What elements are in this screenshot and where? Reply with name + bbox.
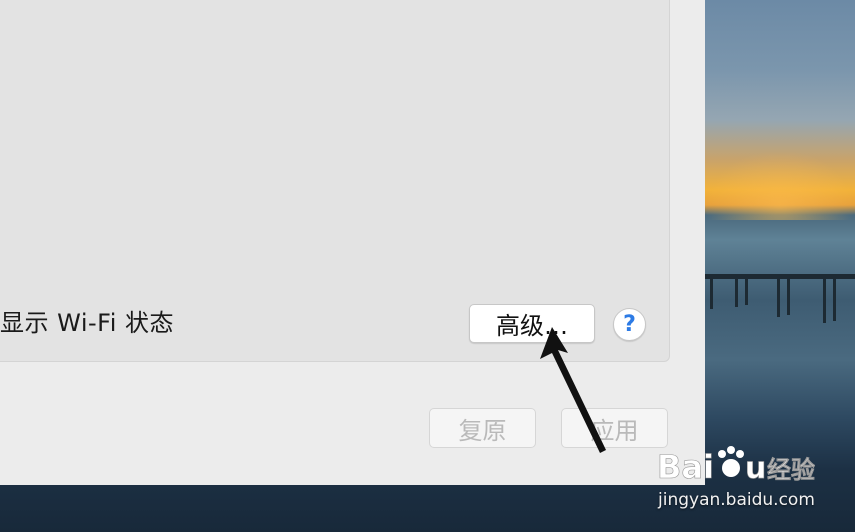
annotation-arrow-icon (540, 327, 606, 453)
watermark-domain: jingyan.baidu.com (658, 490, 815, 510)
show-wifi-status-label: 显示 Wi-Fi 状态 (0, 309, 175, 337)
svg-text:Bai: Bai (657, 448, 714, 486)
svg-text:u: u (745, 451, 766, 486)
pier-silhouette (705, 274, 855, 323)
baidu-jingyan-watermark: Bai u 经验 jingyan.baidu.com (655, 440, 855, 520)
revert-button[interactable]: 复原 (429, 408, 536, 448)
sunset-glow (705, 150, 855, 220)
svg-text:经验: 经验 (767, 456, 815, 484)
baidu-logo-icon: Bai u 经验 (657, 446, 815, 486)
